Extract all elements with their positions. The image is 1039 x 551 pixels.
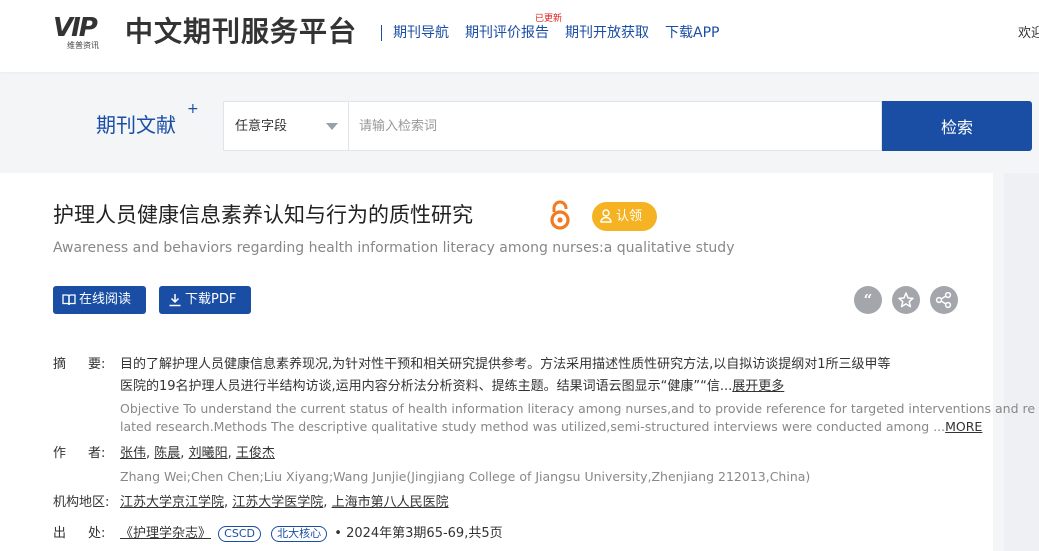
- logo-subtitle: 维普资讯: [67, 41, 99, 50]
- pku-core-badge[interactable]: 北大核心: [271, 526, 328, 542]
- nav-journal-guide[interactable]: 期刊导航: [393, 23, 449, 43]
- org-link[interactable]: 江苏大学京江学院: [120, 495, 224, 510]
- search-category-title: 期刊文献: [96, 113, 176, 137]
- nav-download-app[interactable]: 下载APP: [665, 23, 719, 43]
- org-link[interactable]: 上海市第八人民医院: [332, 495, 449, 510]
- read-online-button[interactable]: 在线阅读: [53, 286, 146, 314]
- author-link[interactable]: 张伟: [120, 446, 146, 461]
- abstract-en-line-1: Objective To understand the current stat…: [120, 401, 1036, 416]
- author-link[interactable]: 王俊杰: [236, 446, 275, 461]
- search-button[interactable]: 检索: [882, 101, 1032, 151]
- download-pdf-label: 下载PDF: [185, 292, 237, 307]
- quote-icon: “: [864, 291, 873, 309]
- author-english: Zhang Wei;Chen Chen;Liu Xiyang;Wang Junj…: [120, 469, 811, 484]
- org-list: 江苏大学京江学院, 江苏大学医学院, 上海市第八人民医院: [120, 495, 449, 510]
- abstract-cn-line-2: 医院的19名护理人员进行半结构访谈,运用内容分析法分析资料、提练主题。结果词语云…: [120, 379, 785, 394]
- vip-logo[interactable]: VIP 维普资讯: [53, 13, 117, 50]
- more-link[interactable]: MORE: [945, 419, 982, 434]
- favorite-button[interactable]: [892, 286, 920, 314]
- author-label: 作者:: [53, 446, 106, 461]
- source-info: 《护理学杂志》 CSCD 北大核心 • 2024年第3期65-69,共5页: [120, 526, 503, 542]
- author-list: 张伟, 陈晨, 刘曦阳, 王俊杰: [120, 446, 275, 461]
- expand-more-link[interactable]: 展开更多: [732, 379, 784, 394]
- article-title: 护理人员健康信息素养认知与行为的质性研究: [53, 203, 473, 227]
- source-label: 出处:: [53, 526, 106, 541]
- read-online-label: 在线阅读: [79, 292, 132, 307]
- book-icon: [62, 294, 76, 306]
- issue-info: 2024年第3期65-69,共5页: [346, 526, 503, 541]
- welcome-text: 欢迎: [1018, 26, 1039, 41]
- chevron-down-icon: [326, 123, 338, 130]
- author-link[interactable]: 刘曦阳: [189, 446, 228, 461]
- logo-mark: VIP: [53, 13, 98, 43]
- claim-label: 认领: [616, 209, 643, 224]
- updated-badge: 已更新: [535, 14, 563, 24]
- download-icon: [169, 294, 181, 307]
- open-access-icon: [550, 200, 570, 230]
- svg-text:“: “: [864, 291, 873, 309]
- claim-button[interactable]: 认领: [592, 202, 657, 231]
- journal-link[interactable]: 《护理学杂志》: [120, 526, 211, 541]
- share-button[interactable]: [930, 286, 958, 314]
- cite-button[interactable]: “: [854, 286, 882, 314]
- article-english-title: Awareness and behaviors regarding health…: [53, 240, 735, 256]
- search-input[interactable]: [348, 101, 882, 151]
- side-panel: [1004, 173, 1039, 551]
- user-icon: [600, 209, 612, 223]
- nav-open-access[interactable]: 期刊开放获取: [565, 23, 649, 43]
- header-divider: [381, 25, 382, 41]
- search-field-select[interactable]: 任意字段: [223, 101, 348, 151]
- org-label: 机构地区:: [53, 495, 110, 510]
- star-icon: [898, 292, 914, 308]
- abstract-cn-line-1: 目的了解护理人员健康信息素养现况,为针对性干预和相关研究提供参考。方法采用描述性…: [120, 357, 891, 372]
- cscd-badge[interactable]: CSCD: [218, 526, 261, 542]
- author-link[interactable]: 陈晨: [154, 446, 180, 461]
- platform-title: 中文期刊服务平台: [125, 15, 358, 48]
- download-pdf-button[interactable]: 下载PDF: [159, 286, 251, 314]
- nav-journal-evaluation[interactable]: 期刊评价报告: [465, 23, 549, 43]
- abstract-label: 摘要:: [53, 357, 106, 372]
- org-link[interactable]: 江苏大学医学院: [232, 495, 323, 510]
- share-icon: [935, 291, 952, 309]
- search-field-value: 任意字段: [235, 119, 288, 134]
- search-plus-mark: +: [187, 101, 199, 117]
- abstract-en-line-2: lated research.Methods The descriptive q…: [120, 419, 983, 434]
